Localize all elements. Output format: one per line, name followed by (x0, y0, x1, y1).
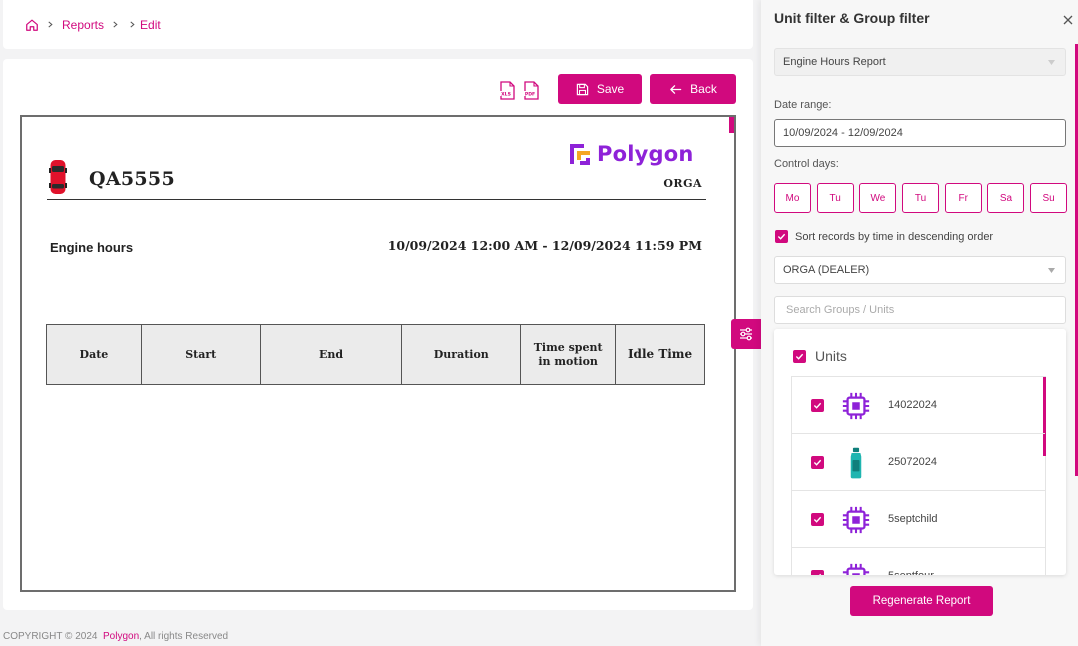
polygon-logo-text: Polygon (597, 142, 694, 166)
control-days-label: Control days: (774, 158, 839, 170)
day-saturday[interactable]: Sa (987, 183, 1025, 213)
sort-label: Sort records by time in descending order (795, 230, 994, 243)
unit-row[interactable]: 25072024 (792, 434, 1045, 491)
units-select-all-checkbox[interactable] (793, 349, 806, 363)
column-header: Start (140, 324, 261, 385)
back-label: Back (690, 82, 717, 96)
organization-select[interactable]: ORGA (DEALER) (774, 256, 1066, 284)
units-panel: Units 14022024 25072024 5septchild (774, 329, 1066, 575)
chevron-right-icon (112, 21, 119, 28)
sliders-icon (740, 327, 752, 341)
filter-toggle-button[interactable] (731, 319, 761, 349)
unit-name: 5septfour (888, 570, 934, 575)
report-card: XLS PDF Save Back QA5555 Polygon ORGA En… (3, 59, 753, 610)
day-monday[interactable]: Mo (774, 183, 811, 213)
date-range-label: Date range: (774, 99, 832, 111)
check-icon (818, 573, 822, 575)
check-icon (813, 459, 822, 466)
back-button[interactable]: Back (650, 74, 736, 104)
report-preview: QA5555 Polygon ORGA Engine hours 10/09/2… (20, 115, 736, 592)
sort-option: Sort records by time in descending order (775, 230, 993, 243)
svg-text:PDF: PDF (525, 92, 535, 98)
unit-name: 25072024 (888, 456, 937, 468)
copyright-text: COPYRIGHT © 2024 (3, 631, 98, 642)
breadcrumb-edit[interactable]: Edit (140, 18, 161, 32)
breadcrumb: Reports Edit (3, 0, 753, 49)
regenerate-report-label: Regenerate Report (872, 595, 971, 607)
bottle-icon (840, 446, 872, 480)
filter-drawer: Unit filter & Group filter Engine Hours … (761, 0, 1078, 646)
report-type-select[interactable]: Engine Hours Report (774, 48, 1066, 76)
car-icon (49, 159, 67, 195)
day-wednesday[interactable]: We (859, 183, 897, 213)
chevron-down-icon (1048, 268, 1055, 273)
column-header: End (259, 324, 403, 385)
breadcrumb-reports[interactable]: Reports (62, 18, 104, 32)
chevron-down-icon (1048, 60, 1055, 65)
day-tuesday[interactable]: Tu (816, 183, 854, 213)
report-table: Date Start End Duration Time spent in mo… (46, 324, 705, 385)
report-type-value: Engine Hours Report (783, 56, 886, 68)
unit-checkbox[interactable] (811, 398, 824, 412)
date-range-value: 10/09/2024 - 12/09/2024 (783, 127, 903, 139)
search-units-field (774, 296, 1066, 324)
unit-checkbox[interactable] (811, 569, 824, 575)
unit-row[interactable]: 5septchild (792, 491, 1045, 548)
pdf-file-icon[interactable]: PDF (523, 81, 540, 100)
preview-scrollbar[interactable] (729, 117, 734, 133)
save-icon (576, 83, 589, 95)
column-header: Time spent in motion (520, 324, 617, 385)
chevron-right-icon (47, 21, 54, 28)
unit-name: 5septchild (888, 513, 938, 525)
units-header-label: Units (815, 348, 847, 364)
date-range-input[interactable]: 10/09/2024 - 12/09/2024 (774, 119, 1066, 147)
chevron-right-icon (129, 21, 136, 28)
check-icon (795, 353, 804, 360)
control-days: Mo Tu We Tu Fr Sa Su (774, 183, 1068, 213)
check-icon (813, 402, 822, 409)
save-button[interactable]: Save (558, 74, 642, 104)
chip-icon (840, 560, 872, 575)
chip-icon (840, 389, 872, 423)
polygon-logo: Polygon (568, 142, 694, 166)
sort-checkbox[interactable] (775, 230, 788, 243)
report-table-header-row: Date Start End Duration Time spent in mo… (46, 324, 705, 385)
report-title: Engine hours (50, 240, 134, 255)
save-label: Save (596, 82, 625, 96)
check-icon (777, 233, 786, 240)
column-header: Idle Time (615, 324, 705, 385)
home-icon[interactable] (25, 18, 39, 32)
arrow-left-icon (670, 84, 682, 94)
day-friday[interactable]: Fr (944, 183, 982, 213)
report-unit-name: QA5555 (89, 168, 175, 190)
search-units-input[interactable] (786, 304, 1065, 316)
unit-checkbox[interactable] (811, 455, 824, 469)
unit-checkbox[interactable] (811, 512, 824, 526)
check-icon (813, 516, 822, 523)
regenerate-report-button[interactable]: Regenerate Report (850, 586, 993, 616)
polygon-logo-mark-icon (568, 142, 592, 166)
close-icon[interactable] (1062, 13, 1074, 25)
unit-name: 14022024 (888, 399, 937, 411)
report-org: ORGA (663, 177, 702, 190)
day-sunday[interactable]: Su (1030, 183, 1068, 213)
organization-value: ORGA (DEALER) (783, 264, 870, 276)
header-divider (47, 199, 706, 200)
footer: COPYRIGHT © 2024 Polygon, All rights Res… (3, 631, 228, 642)
unit-row[interactable]: 5septfour (792, 548, 1045, 575)
chip-icon (840, 503, 872, 537)
xls-file-icon[interactable]: XLS (499, 81, 516, 100)
footer-brand-link[interactable]: Polygon (103, 631, 139, 642)
units-header: Units (793, 348, 847, 364)
report-date-range: 10/09/2024 12:00 AM - 12/09/2024 11:59 P… (387, 238, 702, 253)
column-header: Date (46, 324, 142, 385)
column-header: Duration (401, 324, 522, 385)
unit-row[interactable]: 14022024 (792, 377, 1045, 434)
day-thursday[interactable]: Tu (902, 183, 940, 213)
units-list: 14022024 25072024 5septchild (791, 376, 1046, 575)
rights-text: , All rights Reserved (139, 631, 229, 642)
svg-text:XLS: XLS (501, 92, 511, 98)
drawer-title: Unit filter & Group filter (774, 10, 930, 26)
